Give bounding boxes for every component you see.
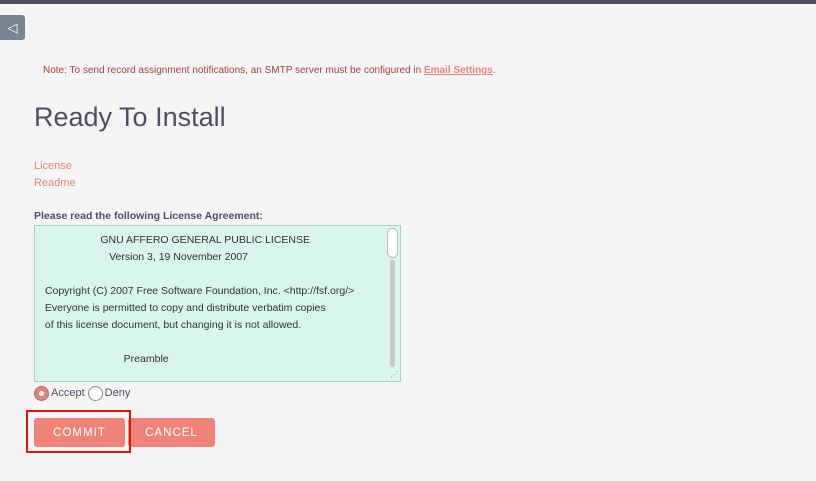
agreement-options: Accept Deny [34, 384, 133, 402]
readme-link[interactable]: Readme [34, 177, 76, 189]
license-text: GNU AFFERO GENERAL PUBLIC LICENSE Versio… [44, 234, 355, 365]
scrollbar-track[interactable] [390, 260, 395, 367]
top-bar [0, 0, 816, 4]
email-settings-link[interactable]: Email Settings [424, 65, 493, 76]
deny-radio[interactable] [87, 385, 103, 401]
accept-radio[interactable] [34, 385, 49, 401]
notice-suffix: . [492, 65, 496, 76]
page-title: Ready To Install [34, 102, 226, 132]
commit-button[interactable]: COMMIT [34, 418, 125, 447]
deny-label[interactable]: Deny [105, 387, 131, 399]
cancel-button[interactable]: CANCEL [128, 418, 215, 447]
collapse-arrow-icon: ◁ [7, 19, 18, 35]
smtp-notice: Note: To send record assignment notifica… [43, 65, 496, 76]
radio-dot-icon [39, 390, 44, 396]
accept-label[interactable]: Accept [51, 387, 85, 399]
sidebar-toggle-button[interactable]: ◁ [0, 15, 25, 40]
license-agreement-label: Please read the following License Agreem… [34, 210, 263, 222]
license-scrollbar[interactable] [387, 228, 398, 367]
license-link[interactable]: License [34, 160, 72, 172]
license-textarea[interactable]: GNU AFFERO GENERAL PUBLIC LICENSE Versio… [34, 225, 401, 382]
resize-grip-icon[interactable]: ⋰ [389, 370, 399, 380]
notice-text: Note: To send record assignment notifica… [43, 65, 424, 76]
scrollbar-thumb[interactable] [387, 228, 398, 258]
